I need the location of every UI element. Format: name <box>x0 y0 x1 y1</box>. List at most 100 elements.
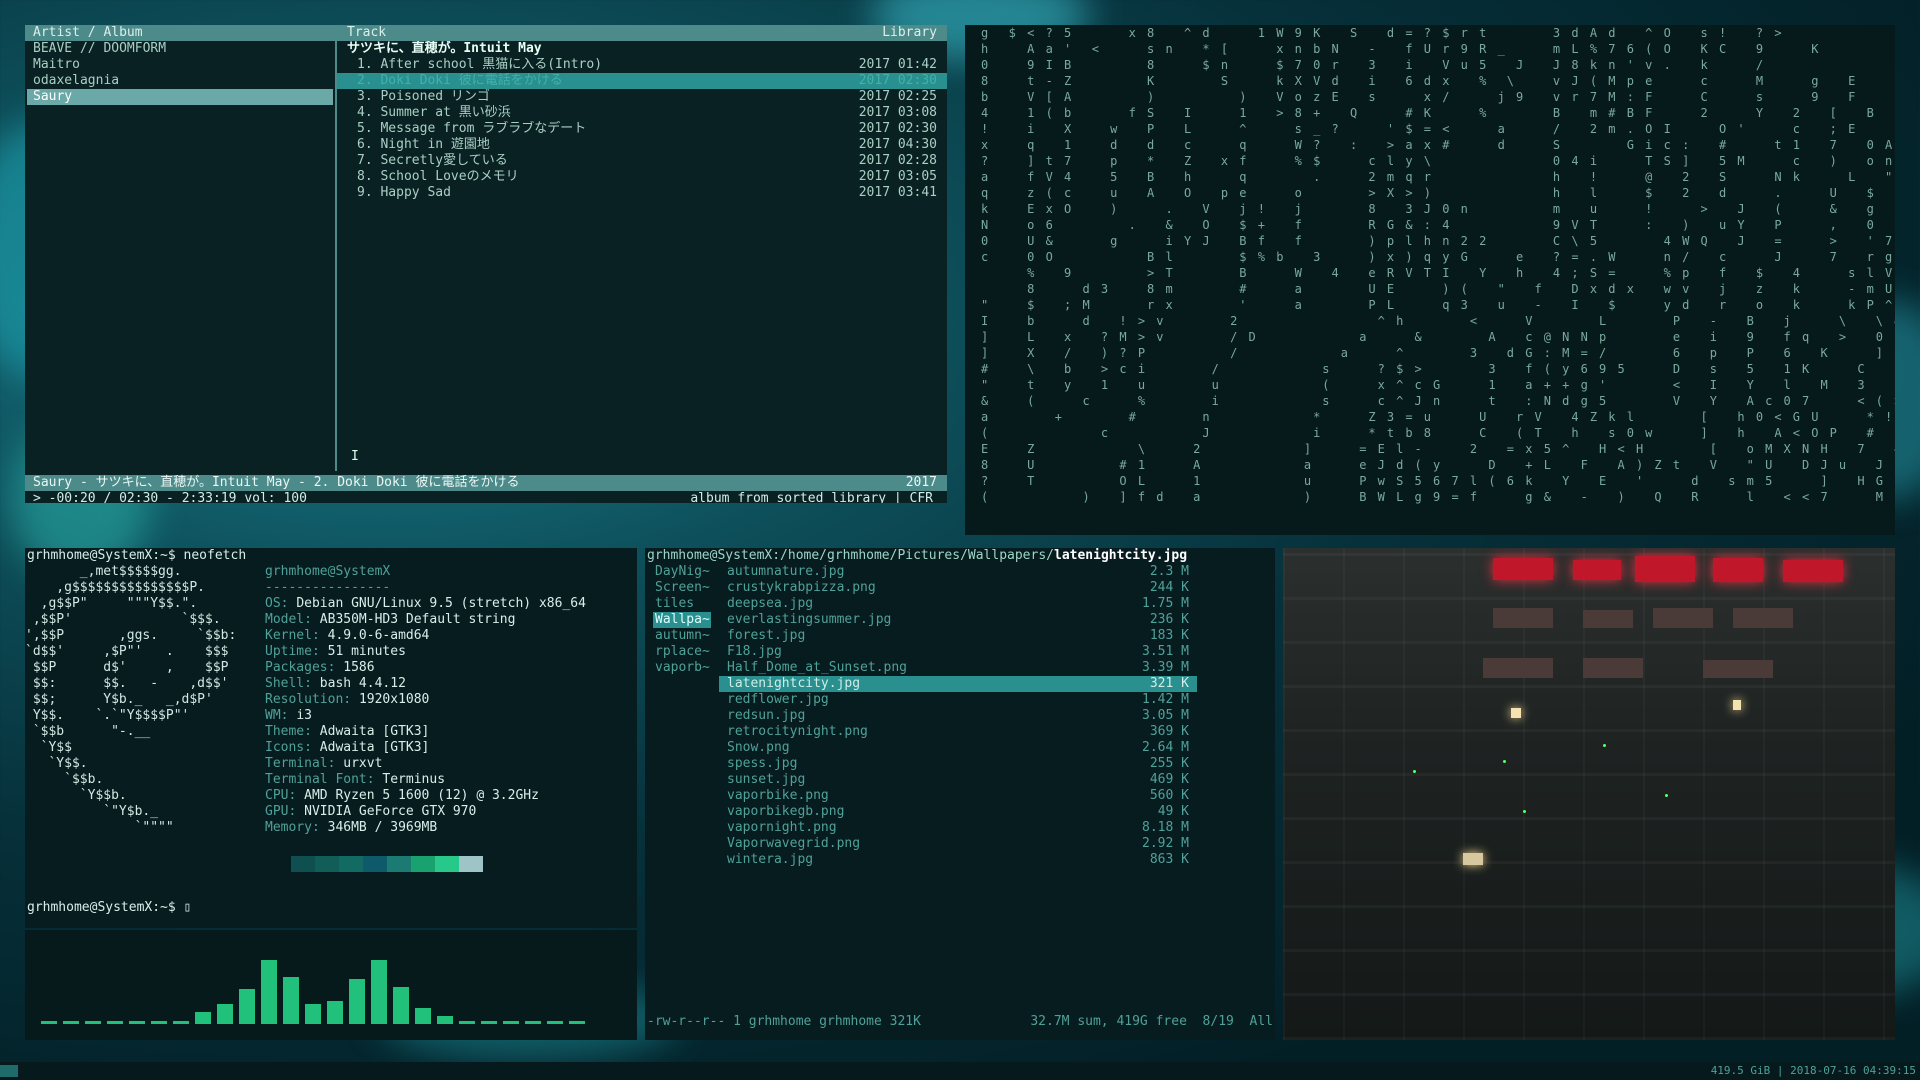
track-time: 2017 02:30 <box>858 121 937 136</box>
file-row[interactable]: redsun.jpg 3.05 M <box>719 708 1197 724</box>
matrix-row: # \ b > c i / s ? $ > 3 f ( y 6 9 5 D s … <box>981 362 1895 376</box>
artist-item[interactable]: BEAVE // DOOMFORM <box>25 41 335 57</box>
file-row[interactable]: Snow.png 2.64 M <box>719 740 1197 756</box>
file-row[interactable]: crustykrabpizza.png 244 K <box>719 580 1197 596</box>
file-row[interactable]: sunset.jpg 469 K <box>719 772 1197 788</box>
matrix-row: h A a ' < s n * [ x n b N - f U r 9 R _ … <box>981 42 1895 56</box>
file-row[interactable]: vaporbike.png 560 K <box>719 788 1197 804</box>
directory-item[interactable]: DayNig~ <box>653 564 711 580</box>
logo-line: $$: $$. - ,d$$' <box>25 676 229 691</box>
logo-line: $$; Y$b._ _,d$P' <box>25 692 213 707</box>
track-row[interactable]: 4. Summer at 黒い砂浜 2017 03:08 <box>337 105 947 121</box>
matrix-row: b V [ A ) ) V o z E s x / j 9 v r 7 M : … <box>981 90 1895 104</box>
header-track: Track <box>347 25 387 40</box>
info-colon: : <box>311 820 328 835</box>
file-list[interactable]: autumnature.jpg 2.3 M crustykrabpizza.png 2… <box>719 564 1197 868</box>
info-key: Memory <box>265 820 312 835</box>
file-row[interactable]: F18.jpg 3.51 M <box>719 644 1197 660</box>
progress-bar: > -00:20 / 02:30 - 2:33:19 vol: 100 albu… <box>25 491 947 503</box>
track-title: Message from ラブラブなデート <box>380 121 587 136</box>
file-row[interactable]: autumnature.jpg 2.3 M <box>719 564 1197 580</box>
artist-item[interactable]: Saury <box>27 89 333 105</box>
file-row[interactable]: spess.jpg 255 K <box>719 756 1197 772</box>
info-key: WM <box>265 708 281 723</box>
matrix-row: & ( c % i s c ^ J n t : N d g 5 V Y A c … <box>981 394 1895 408</box>
cmatrix-window[interactable]: g $ < ? 5 x 8 ^ d 1 W 9 K S d = ? $ r t … <box>965 25 1895 535</box>
green-light <box>1603 744 1606 747</box>
visualizer-bar <box>151 1021 167 1024</box>
artist-item[interactable]: Maitro <box>25 57 335 73</box>
track-time: 2017 01:42 <box>858 57 937 72</box>
visualizer-bar <box>415 1008 431 1024</box>
color-swatch <box>291 856 315 872</box>
directory-item[interactable]: vaporb~ <box>653 660 711 676</box>
track-list[interactable]: サツキに、直穂が。Intuit May 1. After school 黒猫に入… <box>337 41 947 471</box>
track-title: Poisoned リンゴ <box>380 89 490 104</box>
directory-item[interactable]: autumn~ <box>653 628 711 644</box>
directory-item[interactable]: rplace~ <box>653 644 711 660</box>
file-row[interactable]: latenightcity.jpg 321 K <box>719 676 1197 692</box>
file-size: 1.42 M <box>1142 692 1189 707</box>
file-name: autumnature.jpg <box>727 564 845 579</box>
file-row[interactable]: everlastingsummer.jpg 236 K <box>719 612 1197 628</box>
now-playing-text: Saury - サツキに、直穂が。Intuit May - 2. Doki Do… <box>33 475 520 490</box>
matrix-row: ( ) ] f d a ) B W L g 9 = f g & - ) Q R … <box>981 490 1895 504</box>
directory-item[interactable]: Wallpa~ <box>653 612 711 628</box>
directory-item[interactable]: tiles <box>653 596 711 612</box>
track-time: 2017 02:28 <box>858 153 937 168</box>
track-row[interactable]: 2. Doki Doki 彼に電話をかける 2017 02:30 <box>337 73 947 89</box>
info-row: OS: Debian GNU/Linux 9.5 (stretch) x86_6… <box>265 596 635 612</box>
info-row: Terminal Font: Terminus <box>265 772 635 788</box>
file-name: Half_Dome_at_Sunset.png <box>727 660 908 675</box>
cmus-window[interactable]: Artist / Album Track Library BEAVE // DO… <box>25 25 947 503</box>
file-row[interactable]: deepsea.jpg 1.75 M <box>719 596 1197 612</box>
neofetch-terminal[interactable]: grhmhome@SystemX:~$ neofetch _,met$$$$$g… <box>25 548 637 928</box>
status-text: 419.5 GiB | 2018-07-16 04:39:15 <box>1710 1064 1916 1077</box>
workspace-indicator[interactable] <box>0 1065 18 1077</box>
visualizer-bar <box>107 1021 123 1024</box>
track-number: 3. <box>357 89 373 104</box>
info-value: AMD Ryzen 5 1600 (12) @ 3.2GHz <box>304 788 539 803</box>
visualizer-bar <box>437 1016 453 1024</box>
file-row[interactable]: wintera.jpg 863 K <box>719 852 1197 868</box>
color-swatch <box>435 856 459 872</box>
file-row[interactable]: vaporbikegb.png 49 K <box>719 804 1197 820</box>
green-light <box>1413 770 1416 773</box>
track-row[interactable]: 3. Poisoned リンゴ 2017 02:25 <box>337 89 947 105</box>
logo-line: `Y$$b. <box>25 788 127 803</box>
file-row[interactable]: retrocitynight.png 369 K <box>719 724 1197 740</box>
file-row[interactable]: vapornight.png 8.18 M <box>719 820 1197 836</box>
green-light <box>1665 794 1668 797</box>
info-colon: : <box>288 804 305 819</box>
file-size: 3.51 M <box>1142 644 1189 659</box>
file-name: vaporbike.png <box>727 788 829 803</box>
parent-directory-list[interactable]: DayNig~ Screen~ tiles Wallpa~ autumn~ rplace~… <box>653 564 711 676</box>
directory-item[interactable]: Screen~ <box>653 580 711 596</box>
info-row: Resolution: 1920x1080 <box>265 692 635 708</box>
file-name: Vaporwavegrid.png <box>727 836 861 851</box>
track-row[interactable]: 5. Message from ラブラブなデート 2017 02:30 <box>337 121 947 137</box>
artist-item[interactable]: odaxelagnia <box>25 73 335 89</box>
artist-list[interactable]: BEAVE // DOOMFORM Maitro odaxelagnia Saury <box>25 41 337 471</box>
file-row[interactable]: Half_Dome_at_Sunset.png 3.39 M <box>719 660 1197 676</box>
matrix-row: E Z \ 2 ] = E l - 2 = x 5 ^ H < H [ o M … <box>981 442 1895 456</box>
track-row[interactable]: 8. School Loveのメモリ 2017 03:05 <box>337 169 947 185</box>
color-swatch <box>339 856 363 872</box>
track-row[interactable]: 9. Happy Sad 2017 03:41 <box>337 185 947 201</box>
track-row[interactable]: 6. Night in 遊園地 2017 04:30 <box>337 137 947 153</box>
visualizer-bar <box>305 1004 321 1024</box>
track-row[interactable]: 7. Secretly愛している 2017 02:28 <box>337 153 947 169</box>
info-key: Theme <box>265 724 305 739</box>
file-row[interactable]: forest.jpg 183 K <box>719 628 1197 644</box>
path-file: latenightcity.jpg <box>1054 548 1188 563</box>
track-row[interactable]: 1. After school 黒猫に入る(Intro) 2017 01:42 <box>337 57 947 73</box>
file-name: deepsea.jpg <box>727 596 814 611</box>
disk-summary: 32.7M sum, 419G free 8/19 All <box>1030 1014 1273 1029</box>
file-row[interactable]: Vaporwavegrid.png 2.92 M <box>719 836 1197 852</box>
file-row[interactable]: redflower.jpg 1.42 M <box>719 692 1197 708</box>
info-value: 51 minutes <box>327 644 406 659</box>
prompt-idle[interactable]: grhmhome@SystemX:~$ ▯ <box>25 900 191 916</box>
info-value: 346MB / 3969MB <box>327 820 438 835</box>
matrix-row: 0 U & g i Y J B f f ) p l h n 2 2 C \ 5 … <box>981 234 1895 248</box>
ranger-file-manager[interactable]: grhmhome@SystemX:/home/grhmhome/Pictures… <box>645 548 1275 1040</box>
